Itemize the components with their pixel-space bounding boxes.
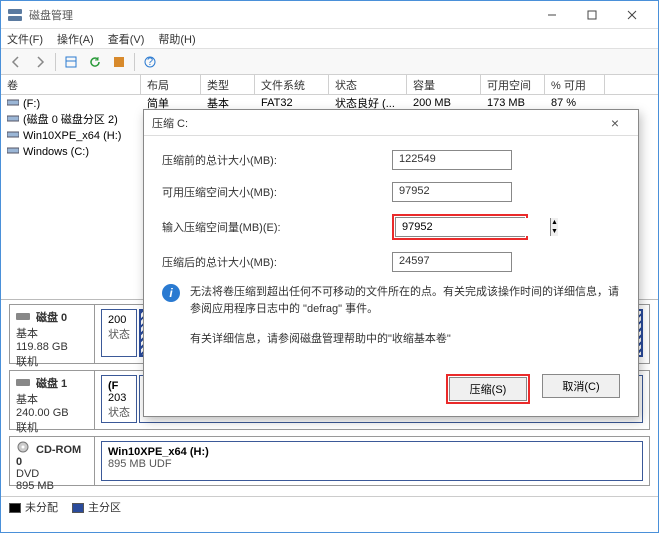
- col-volume[interactable]: 卷: [1, 75, 141, 94]
- col-status[interactable]: 状态: [329, 75, 407, 94]
- window-controls: [532, 2, 652, 28]
- col-type[interactable]: 类型: [201, 75, 255, 94]
- shrink-button[interactable]: 压缩(S): [449, 377, 527, 401]
- highlight-input: ▲ ▼: [392, 214, 528, 240]
- legend: 未分配 主分区: [1, 496, 658, 517]
- disk-panel-cdrom[interactable]: CD-ROM 0 DVD 895 MB Win10XPE_x64 (H:) 89…: [9, 436, 650, 486]
- help-button[interactable]: ?: [139, 51, 161, 73]
- col-pct[interactable]: % 可用: [545, 75, 605, 94]
- back-button[interactable]: [5, 51, 27, 73]
- dialog-title: 压缩 C:: [152, 115, 600, 131]
- spin-up-button[interactable]: ▲: [551, 218, 558, 227]
- refresh-button[interactable]: [84, 51, 106, 73]
- menu-view[interactable]: 查看(V): [108, 31, 145, 47]
- disk-header: 磁盘 1 基本 240.00 GB 联机: [10, 371, 95, 429]
- titlebar: 磁盘管理: [1, 1, 658, 29]
- view-button[interactable]: [60, 51, 82, 73]
- shrink-dialog: 压缩 C: × 压缩前的总计大小(MB): 122549 可用压缩空间大小(MB…: [143, 109, 639, 417]
- menu-help[interactable]: 帮助(H): [158, 31, 195, 47]
- disk-header: 磁盘 0 基本 119.88 GB 联机: [10, 305, 95, 363]
- value-total-after: 24597: [392, 252, 512, 272]
- svg-text:?: ?: [147, 56, 153, 68]
- menubar: 文件(F) 操作(A) 查看(V) 帮助(H): [1, 29, 658, 49]
- dialog-close-button[interactable]: ×: [600, 115, 630, 131]
- label-available: 可用压缩空间大小(MB):: [162, 184, 392, 200]
- spin-down-button[interactable]: ▼: [551, 227, 558, 236]
- properties-button[interactable]: [108, 51, 130, 73]
- info-icon: i: [162, 284, 180, 302]
- dialog-titlebar[interactable]: 压缩 C: ×: [144, 110, 638, 136]
- volume-icon: [7, 113, 21, 125]
- cancel-button[interactable]: 取消(C): [542, 374, 620, 398]
- volume-icon: [7, 97, 21, 109]
- shrink-amount-spinner[interactable]: ▲ ▼: [395, 217, 525, 237]
- volume-icon: [7, 129, 21, 141]
- col-capacity[interactable]: 容量: [407, 75, 481, 94]
- close-button[interactable]: [612, 2, 652, 28]
- value-available: 97952: [392, 182, 512, 202]
- shrink-amount-input[interactable]: [396, 218, 550, 236]
- menu-file[interactable]: 文件(F): [7, 31, 43, 47]
- label-input-amount: 输入压缩空间量(MB)(E):: [162, 219, 392, 235]
- window-title: 磁盘管理: [29, 7, 532, 23]
- label-total-before: 压缩前的总计大小(MB):: [162, 152, 392, 168]
- menu-action[interactable]: 操作(A): [57, 31, 94, 47]
- disk-header: CD-ROM 0 DVD 895 MB: [10, 437, 95, 485]
- disk-icon: [16, 377, 32, 389]
- forward-button[interactable]: [29, 51, 51, 73]
- minimize-button[interactable]: [532, 2, 572, 28]
- col-layout[interactable]: 布局: [141, 75, 201, 94]
- info-text-1: 无法将卷压缩到超出任何不可移动的文件所在的点。有关完成该操作时间的详细信息，请参…: [190, 284, 620, 317]
- info-text-2: 有关详细信息，请参阅磁盘管理帮助中的"收缩基本卷": [190, 331, 451, 348]
- value-total-before: 122549: [392, 150, 512, 170]
- swatch-unallocated: [9, 503, 21, 513]
- swatch-primary: [72, 503, 84, 513]
- partition-sub: 895 MB UDF: [108, 458, 636, 470]
- col-filesystem[interactable]: 文件系统: [255, 75, 329, 94]
- disk-icon: [16, 311, 32, 323]
- toolbar: ?: [1, 49, 658, 75]
- app-icon: [7, 7, 23, 23]
- col-free[interactable]: 可用空间: [481, 75, 545, 94]
- maximize-button[interactable]: [572, 2, 612, 28]
- volume-header: 卷 布局 类型 文件系统 状态 容量 可用空间 % 可用: [1, 75, 658, 95]
- label-total-after: 压缩后的总计大小(MB):: [162, 254, 392, 270]
- partition-title: Win10XPE_x64 (H:): [108, 446, 636, 458]
- cdrom-icon: [16, 441, 32, 453]
- highlight-shrink-button: 压缩(S): [446, 374, 530, 404]
- volume-icon: [7, 145, 21, 157]
